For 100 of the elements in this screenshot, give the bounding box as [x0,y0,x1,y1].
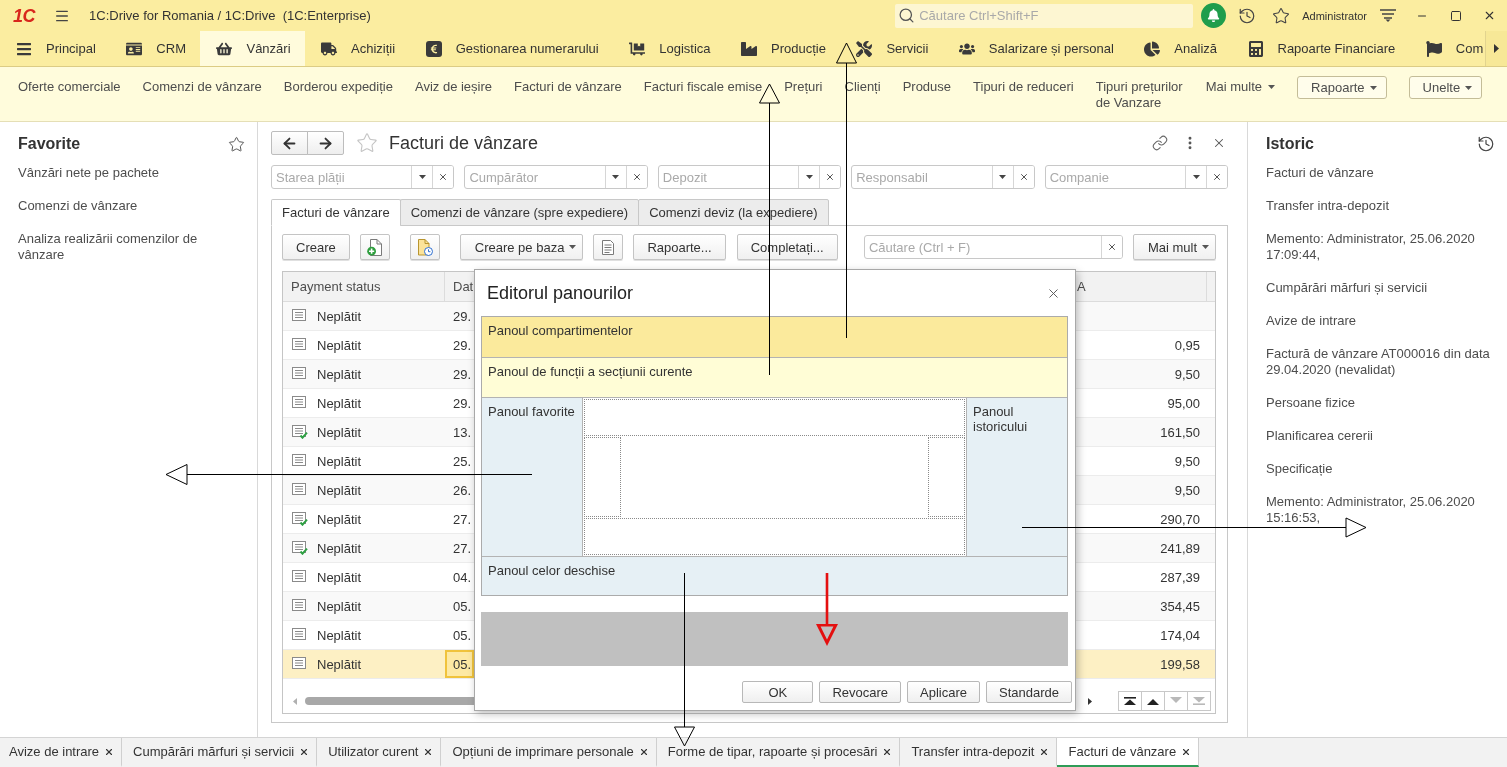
maximize-icon[interactable] [1450,9,1462,22]
history-link[interactable]: Facturi de vânzare [1266,165,1495,181]
clear-button[interactable] [1012,166,1034,188]
window-tab[interactable]: Forme de tipar, rapoarte și procesări [656,738,901,767]
back-button[interactable] [271,131,308,155]
close-icon[interactable] [638,746,649,757]
window-tab[interactable]: Facturi de vânzare [1057,738,1200,767]
dialog-button[interactable]: Aplicare [907,681,980,703]
function-link[interactable]: Facturi fiscale emise [643,79,763,95]
section-tab[interactable]: Rapoarte Financiare [1231,31,1410,66]
close-icon[interactable] [104,746,115,757]
layout-panel[interactable]: Panoul de funcții a secțiunii curente [482,358,1067,397]
filter-field[interactable]: Depozit [657,165,842,189]
filter-field[interactable]: Responsabil [851,165,1035,189]
section-tab[interactable]: Achiziții [305,31,410,66]
create-based-on-button[interactable]: Creare pe baza [459,234,584,260]
section-tab[interactable]: Principal [0,31,111,66]
link-icon[interactable] [1152,135,1168,151]
close-icon[interactable] [1181,746,1192,757]
clear-button[interactable] [1206,166,1228,188]
section-tab[interactable]: Logistica [613,31,725,66]
window-tab[interactable]: Avize de intrare [0,738,123,767]
filter-input[interactable]: Starea plății [272,166,412,188]
window-tab[interactable]: Opțiuni de imprimare personale [441,738,657,767]
clear-button[interactable] [1100,236,1122,258]
function-link[interactable]: Facturi de vânzare [514,79,622,95]
close-icon[interactable] [299,746,310,757]
function-link[interactable]: Tipuri de reduceri [973,79,1074,95]
close-icon[interactable] [423,746,434,757]
reports-button[interactable]: Rapoarte... [633,234,726,260]
history-icon[interactable] [1238,6,1257,25]
section-tab[interactable]: Com [1409,31,1484,66]
close-icon[interactable] [882,746,893,757]
column-header[interactable]: Dat [453,279,474,294]
dialog-button[interactable]: OK [742,681,814,703]
history-link[interactable]: Persoane fizice [1266,395,1495,411]
function-link[interactable]: Aviz de ieșire [414,79,493,95]
section-tab[interactable]: Producție [725,31,841,66]
favorite-link[interactable]: Vânzări nete pe pachete [18,165,245,181]
history-link[interactable]: Cumpărări mărfuri și servicii [1266,280,1495,296]
menu-button[interactable]: Unelte [1408,76,1483,99]
star-icon[interactable] [356,132,378,154]
section-tab[interactable]: Gestionarea numerarului [409,31,614,66]
forward-button[interactable] [307,131,344,155]
history-link[interactable]: Specificație [1266,461,1495,477]
close-icon[interactable] [1212,136,1226,150]
clear-button[interactable] [432,166,454,188]
close-icon[interactable] [1039,746,1050,757]
section-tab[interactable]: Analiză [1128,31,1232,66]
section-tab[interactable]: Vânzări [200,31,306,66]
add-document-button[interactable] [359,234,390,260]
dialog-button[interactable]: Revocare [819,681,902,703]
document-history-button[interactable] [409,234,440,260]
history-link[interactable]: Planificarea cererii [1266,428,1495,444]
layout-panel[interactable]: Panoul celor deschise [482,557,1067,595]
function-link[interactable]: Borderou expediție [283,79,393,95]
star-icon[interactable] [1272,6,1291,25]
more-menu[interactable]: Mai multe [1205,79,1276,95]
function-link[interactable]: Prețuri [784,79,823,95]
filter-input[interactable]: Companie [1045,166,1186,188]
star-icon[interactable] [228,135,245,153]
lines-menu-icon[interactable] [1380,9,1396,22]
filter-input[interactable]: Depozit [658,166,799,188]
dialog-button[interactable]: Standarde [986,681,1072,703]
function-link[interactable]: Produse [902,79,952,95]
form-tab[interactable]: Comenzi de vânzare (spre expediere) [399,199,640,226]
menu-button[interactable]: Rapoarte [1297,76,1387,99]
section-tab[interactable]: Servicii [840,31,943,66]
history-link[interactable]: Memento: Administrator, 25.06.2020 15:16:53, [1266,494,1495,526]
notification-bell-icon[interactable] [1201,3,1227,28]
table-nav-button[interactable] [1118,691,1142,711]
favorite-link[interactable]: Analiza realizării comenzilor de vânzare [18,231,245,263]
window-tab[interactable]: Utilizator curent [317,738,442,767]
close-icon[interactable] [1483,9,1496,22]
history-link[interactable]: Memento: Administrator, 25.06.2020 17:09:44, [1266,231,1495,263]
scroll-right-button[interactable] [1485,31,1507,66]
history-icon[interactable] [1477,135,1495,153]
filter-field[interactable]: Companie [1044,165,1229,189]
history-link[interactable]: Factură de vânzare AT000016 din data 29.04.2020 (nevalidat) [1266,346,1495,378]
layout-panel[interactable]: Panoul istoricului [967,398,1067,556]
history-link[interactable]: Transfer intra-depozit [1266,198,1495,214]
filter-input[interactable]: Cumpărător [465,166,605,188]
search-field[interactable]: Căutare (Ctrl + F) [863,235,1123,259]
layout-panel[interactable]: Panoul favorite [482,398,582,556]
table-nav-button[interactable] [1141,691,1165,711]
favorite-link[interactable]: Comenzi de vânzare [18,198,245,214]
section-tab[interactable]: CRM [110,31,201,66]
history-link[interactable]: Avize de intrare [1266,313,1495,329]
filter-field[interactable]: Starea plății [271,165,455,189]
document-list-button[interactable] [593,234,624,260]
more-button[interactable]: Mai mult [1132,234,1216,260]
filter-input[interactable]: Responsabil [852,166,992,188]
form-tab[interactable]: Facturi de vânzare [271,199,401,226]
scroll-right-icon[interactable] [1088,697,1092,705]
create-button[interactable]: Creare [282,234,350,260]
function-link[interactable]: Comenzi de vânzare [142,79,262,95]
window-tab[interactable]: Cumpărări mărfuri și servicii [122,738,318,767]
column-header[interactable]: Payment status [291,279,381,294]
section-tab[interactable]: Salarizare și personal [942,31,1129,66]
function-link[interactable]: Tipuri prețurilor de Vanzare [1095,79,1184,111]
